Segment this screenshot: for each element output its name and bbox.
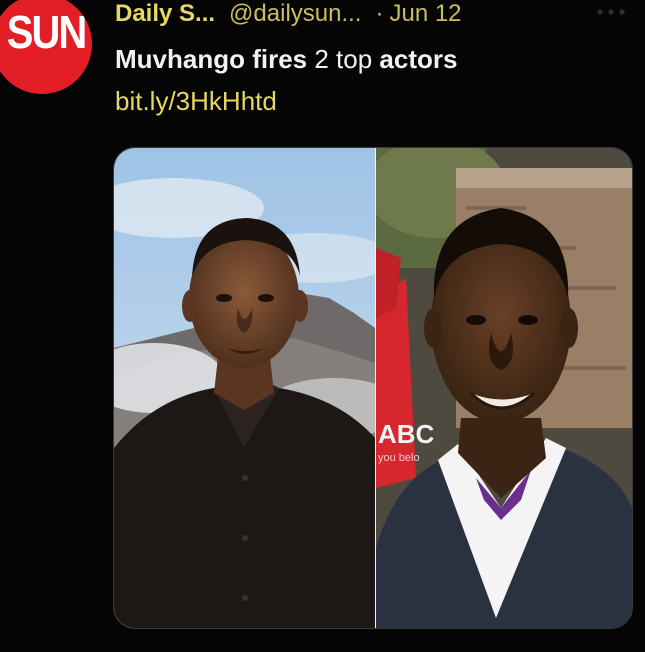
display-name[interactable]: Daily S... bbox=[115, 0, 215, 27]
tweet-date[interactable]: Jun 12 bbox=[389, 0, 461, 27]
tweet-text: Muvhango fires 2 top actors bbox=[115, 42, 457, 76]
tweet-media[interactable]: ABC you belo bbox=[113, 147, 633, 629]
header-separator: · bbox=[375, 0, 384, 27]
sign-text: ABC bbox=[378, 419, 435, 449]
tweet-text-plain: 2 top bbox=[307, 44, 380, 74]
tweet-link[interactable]: bit.ly/3HkHhtd bbox=[115, 84, 277, 118]
tweet-text-bold-1: Muvhango fires bbox=[115, 44, 308, 74]
photo-right[interactable]: ABC you belo bbox=[376, 148, 632, 628]
user-handle[interactable]: @dailysun... bbox=[229, 0, 361, 27]
tweet-header: Daily S... @dailysun... · Jun 12 bbox=[115, 0, 462, 30]
avatar[interactable]: SUN bbox=[0, 0, 92, 94]
photo-left[interactable] bbox=[114, 148, 375, 628]
avatar-logo-text: SUN bbox=[6, 7, 87, 59]
tweet-text-bold-2: actors bbox=[379, 44, 458, 74]
more-options-icon[interactable] bbox=[596, 8, 626, 16]
sign-subtext: you belo bbox=[378, 452, 420, 464]
tweet-card[interactable]: SUN Daily S... @dailysun... · Jun 12 Muvhan… bbox=[0, 0, 645, 652]
